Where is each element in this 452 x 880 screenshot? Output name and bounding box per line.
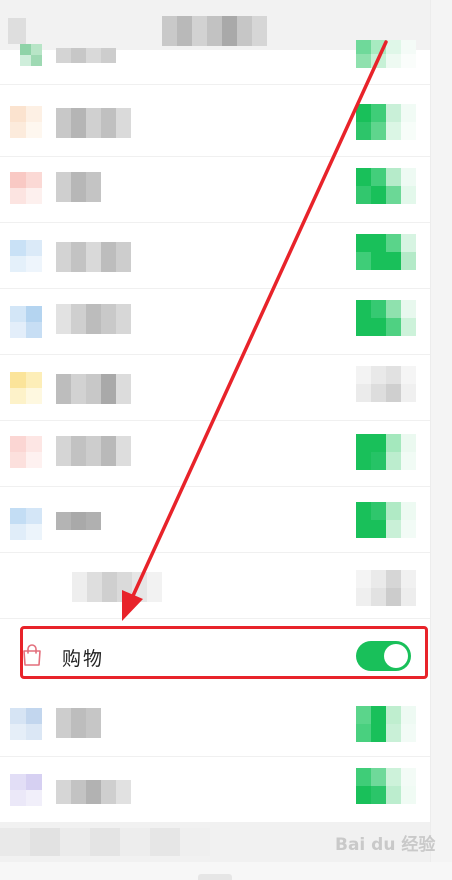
annotation-arrow (122, 40, 388, 621)
